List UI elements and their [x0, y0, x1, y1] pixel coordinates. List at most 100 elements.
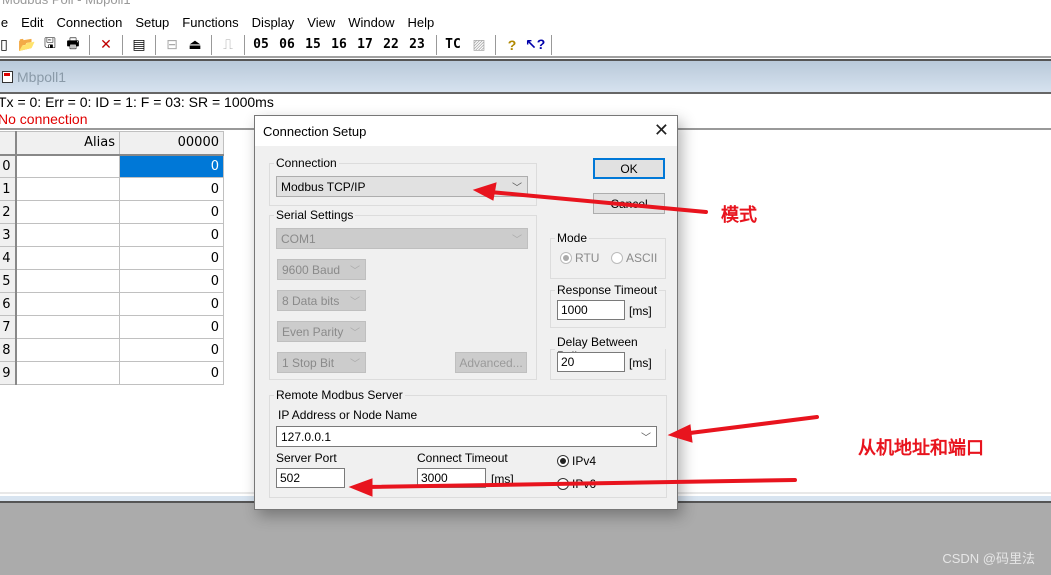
row-index[interactable]: 9 [0, 361, 17, 385]
row-index[interactable]: 6 [0, 292, 17, 316]
chart-icon[interactable]: ▨ [469, 35, 489, 55]
value-cell[interactable]: 0 [119, 361, 224, 385]
menu-connection[interactable]: Connection [57, 15, 131, 30]
alias-cell[interactable] [15, 223, 120, 247]
context-help-icon[interactable]: ↖? [525, 35, 545, 55]
value-cell[interactable]: 0 [119, 338, 224, 362]
function-17-button[interactable]: 17 [355, 35, 375, 55]
toolbar: ▯ 📂 🖫 🖶 ✕ ▤ ⊟ ⏏ ⎍ 05 06 15 16 17 22 23 T… [0, 33, 1051, 58]
row-index[interactable]: 7 [0, 315, 17, 339]
row-index[interactable]: 2 [0, 200, 17, 224]
ipv4-radio[interactable]: IPv4 [557, 454, 596, 468]
toolbar-separator [211, 34, 212, 55]
alias-cell[interactable] [15, 269, 120, 293]
function-05-button[interactable]: 05 [251, 35, 271, 55]
alias-cell[interactable] [15, 338, 120, 362]
menu-file[interactable]: le [0, 15, 16, 30]
address-annotation: 从机地址和端口 [858, 438, 984, 459]
menu-functions[interactable]: Functions [182, 15, 246, 30]
mode-rtu-radio[interactable]: RTU [560, 251, 599, 265]
save-icon[interactable]: 🖫 [40, 35, 60, 55]
response-timeout-input[interactable]: 1000 [557, 300, 625, 320]
table-row: 30 [0, 223, 224, 247]
value-cell[interactable]: 0 [119, 246, 224, 270]
connect-icon[interactable]: ⊟ [162, 35, 182, 55]
function-23-button[interactable]: 23 [407, 35, 427, 55]
value-cell[interactable]: 0 [119, 154, 224, 178]
value-cell[interactable]: 0 [119, 177, 224, 201]
menu-window[interactable]: Window [348, 15, 402, 30]
server-port-input[interactable]: 502 [276, 468, 345, 488]
table-header: Alias 00000 [0, 131, 224, 156]
open-folder-icon[interactable]: 📂 [17, 35, 37, 55]
data-bits-select[interactable]: 8 Data bits ﹀ [277, 290, 366, 311]
table-row: 70 [0, 315, 224, 339]
parity-select[interactable]: Even Parity ﹀ [277, 321, 366, 342]
connect-timeout-input[interactable]: 3000 [417, 468, 486, 488]
cancel-button[interactable]: Cancel [593, 193, 665, 214]
close-icon[interactable]: ✕ [654, 120, 669, 141]
function-16-button[interactable]: 16 [329, 35, 349, 55]
mode-ascii-label: ASCII [626, 251, 658, 265]
alias-cell[interactable] [15, 246, 120, 270]
alias-cell[interactable] [15, 361, 120, 385]
baud-rate-value: 9600 Baud [282, 262, 341, 277]
row-index[interactable]: 5 [0, 269, 17, 293]
window-icon[interactable]: ▤ [129, 35, 149, 55]
menu-setup[interactable]: Setup [135, 15, 177, 30]
ipv6-label: IPv6 [572, 477, 597, 491]
toolbar-separator [495, 34, 496, 55]
value-cell[interactable]: 0 [119, 292, 224, 316]
row-index[interactable]: 0 [0, 154, 17, 178]
alias-cell[interactable] [15, 292, 120, 316]
print-icon[interactable]: 🖶 [63, 35, 83, 55]
row-index[interactable]: 8 [0, 338, 17, 362]
menu-display[interactable]: Display [252, 15, 303, 30]
value-cell[interactable]: 0 [119, 223, 224, 247]
ok-button[interactable]: OK [593, 158, 665, 179]
function-06-button[interactable]: 06 [277, 35, 297, 55]
chevron-down-icon: ﹀ [350, 359, 360, 370]
traffic-button[interactable]: TC [443, 35, 463, 55]
row-index[interactable]: 4 [0, 246, 17, 270]
help-icon[interactable]: ? [502, 35, 522, 55]
column-header-address[interactable]: 00000 [119, 131, 224, 156]
pulse-icon[interactable]: ⎍ [218, 35, 238, 55]
column-header-alias[interactable]: Alias [15, 131, 120, 156]
alias-cell[interactable] [15, 177, 120, 201]
disconnect-icon[interactable]: ⏏ [185, 35, 205, 55]
watermark: CSDN @码里法 [942, 551, 1035, 566]
mode-legend: Mode [557, 231, 588, 245]
row-index[interactable]: 3 [0, 223, 17, 247]
stop-bits-select[interactable]: 1 Stop Bit ﹀ [277, 352, 366, 373]
document-titlebar[interactable]: Mbpoll1 [0, 59, 1051, 94]
value-cell[interactable]: 0 [119, 315, 224, 339]
new-file-icon[interactable]: ▯ [0, 35, 14, 55]
function-15-button[interactable]: 15 [303, 35, 323, 55]
baud-rate-select[interactable]: 9600 Baud ﹀ [277, 259, 366, 280]
ip-address-input[interactable]: 127.0.0.1 ﹀ [276, 426, 657, 447]
menu-edit[interactable]: Edit [21, 15, 51, 30]
delete-icon[interactable]: ✕ [96, 35, 116, 55]
row-index[interactable]: 1 [0, 177, 17, 201]
advanced-button[interactable]: Advanced... [455, 352, 527, 373]
alias-cell[interactable] [15, 154, 120, 178]
table-row: 20 [0, 200, 224, 224]
function-22-button[interactable]: 22 [381, 35, 401, 55]
menu-view[interactable]: View [307, 15, 343, 30]
chevron-down-icon: ﹀ [350, 328, 360, 339]
serial-port-select[interactable]: COM1 ﹀ [276, 228, 528, 249]
menu-help[interactable]: Help [408, 15, 443, 30]
ipv6-radio[interactable]: IPv6 [557, 477, 596, 491]
document-title: Mbpoll1 [17, 68, 67, 85]
alias-cell[interactable] [15, 315, 120, 339]
dialog-titlebar[interactable]: Connection Setup ✕ [255, 116, 677, 146]
value-cell[interactable]: 0 [119, 269, 224, 293]
delay-between-polls-input[interactable]: 20 [557, 352, 625, 372]
connect-timeout-unit: [ms] [491, 472, 514, 486]
alias-cell[interactable] [15, 200, 120, 224]
mode-ascii-radio[interactable]: ASCII [611, 251, 657, 265]
value-cell[interactable]: 0 [119, 200, 224, 224]
mode-annotation: 模式 [721, 205, 757, 226]
connection-type-select[interactable]: Modbus TCP/IP ﹀ [276, 176, 528, 197]
